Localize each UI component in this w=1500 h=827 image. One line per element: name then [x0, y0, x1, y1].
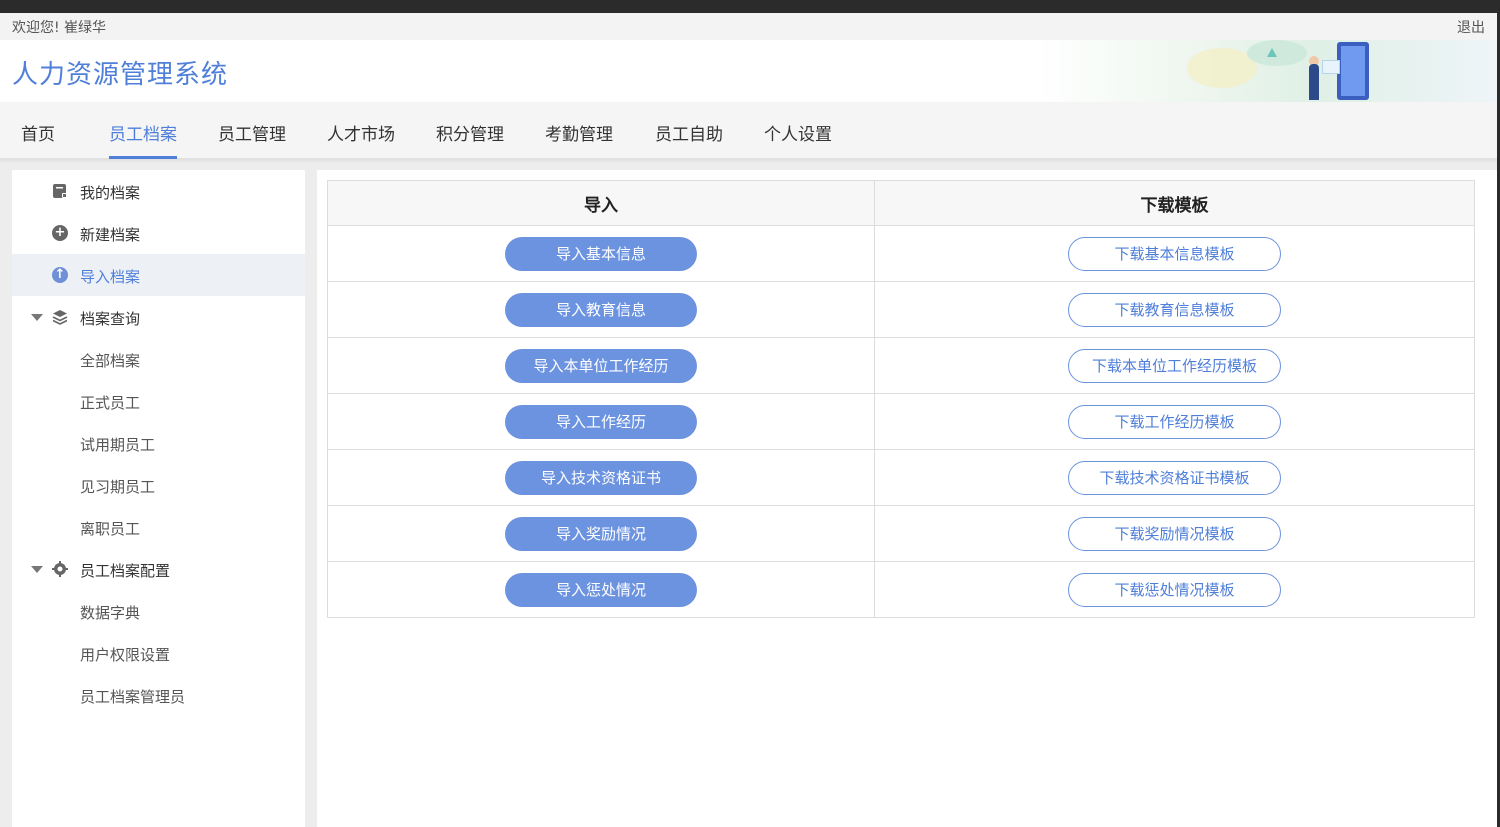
sidebar-item-label: 用户权限设置	[80, 646, 171, 664]
sidebar-group-file-config[interactable]: 员工档案配置	[12, 548, 305, 590]
caret-down-icon[interactable]	[31, 314, 43, 321]
table-row: 导入工作经历 下载工作经历模板	[327, 393, 1475, 450]
sidebar-item-label: 离职员工	[80, 520, 141, 538]
sidebar-item-label: 档案查询	[80, 310, 141, 328]
table-row: 导入基本信息 下载基本信息模板	[327, 225, 1475, 282]
header-banner-illustration	[1037, 40, 1497, 102]
sidebar-item-label: 导入档案	[80, 268, 141, 286]
sidebar-item-import-files[interactable]: ↑ 导入档案	[12, 254, 305, 296]
sidebar-item-probation-employees[interactable]: 试用期员工	[12, 422, 305, 464]
sidebar-item-label: 试用期员工	[80, 436, 156, 454]
layers-icon	[52, 309, 68, 325]
sidebar-item-label: 我的档案	[80, 184, 141, 202]
app-title: 人力资源管理系统	[12, 60, 229, 90]
sidebar-item-my-files[interactable]: 我的档案	[12, 170, 305, 212]
nav-item-points-management[interactable]: 积分管理	[436, 120, 504, 159]
column-header-download-template: 下载模板	[874, 180, 1475, 226]
import-rewards-button[interactable]: 导入奖励情况	[505, 516, 697, 551]
sidebar-item-label: 新建档案	[80, 226, 141, 244]
sidebar-item-trainee-employees[interactable]: 见习期员工	[12, 464, 305, 506]
caret-down-icon[interactable]	[31, 566, 43, 573]
sidebar-item-data-dictionary[interactable]: 数据字典	[12, 590, 305, 632]
table-row: 导入本单位工作经历 下载本单位工作经历模板	[327, 337, 1475, 394]
main-content: 导入 下载模板 导入基本信息 下载基本信息模板 导入教育信息 下载教育信息模板 …	[317, 170, 1497, 827]
nav-item-employee-management[interactable]: 员工管理	[218, 120, 286, 159]
sidebar-item-label: 员工档案管理员	[80, 688, 186, 706]
app-window: 欢迎您! 崔绿华 退出 人力资源管理系统 首页 员工档案 员工管理 人才市场 积…	[0, 13, 1497, 827]
header: 人力资源管理系统	[0, 40, 1497, 102]
nav-item-personal-settings[interactable]: 个人设置	[764, 120, 832, 159]
sidebar-item-label: 正式员工	[80, 394, 141, 412]
download-basic-info-template-button[interactable]: 下载基本信息模板	[1068, 236, 1281, 271]
download-internal-work-history-template-button[interactable]: 下载本单位工作经历模板	[1068, 348, 1281, 383]
top-bar: 欢迎您! 崔绿华 退出	[0, 13, 1497, 40]
table-row: 导入奖励情况 下载奖励情况模板	[327, 505, 1475, 562]
sidebar-item-new-file[interactable]: + 新建档案	[12, 212, 305, 254]
sidebar-item-label: 员工档案配置	[80, 562, 171, 580]
table-row: 导入技术资格证书 下载技术资格证书模板	[327, 449, 1475, 506]
logout-link[interactable]: 退出	[1457, 17, 1485, 37]
download-penalties-template-button[interactable]: 下载惩处情况模板	[1068, 572, 1281, 607]
upload-circle-icon: ↑	[52, 267, 68, 283]
sidebar-item-label: 全部档案	[80, 352, 141, 370]
nav-item-employee-self-service[interactable]: 员工自助	[655, 120, 723, 159]
sidebar-item-label: 见习期员工	[80, 478, 156, 496]
nav-item-attendance-management[interactable]: 考勤管理	[545, 120, 613, 159]
sidebar-item-regular-employees[interactable]: 正式员工	[12, 380, 305, 422]
main-nav: 首页 员工档案 员工管理 人才市场 积分管理 考勤管理 员工自助 个人设置	[0, 102, 1497, 159]
table-row: 导入教育信息 下载教育信息模板	[327, 281, 1475, 338]
sidebar-group-file-query[interactable]: 档案查询	[12, 296, 305, 338]
import-certificates-button[interactable]: 导入技术资格证书	[505, 460, 697, 495]
sidebar-item-label: 数据字典	[80, 604, 141, 622]
sidebar-item-resigned-employees[interactable]: 离职员工	[12, 506, 305, 548]
sidebar: 我的档案 + 新建档案 ↑ 导入档案 档案查询 全部档案 正式员工 试用期员工 …	[12, 170, 305, 827]
nav-item-home[interactable]: 首页	[21, 120, 55, 159]
sidebar-item-file-administrators[interactable]: 员工档案管理员	[12, 674, 305, 716]
download-work-history-template-button[interactable]: 下载工作经历模板	[1068, 404, 1281, 439]
column-header-import: 导入	[327, 180, 875, 226]
file-icon	[52, 183, 68, 199]
nav-item-talent-market[interactable]: 人才市场	[327, 120, 395, 159]
import-penalties-button[interactable]: 导入惩处情况	[505, 572, 697, 607]
gear-icon	[52, 561, 68, 577]
download-rewards-template-button[interactable]: 下载奖励情况模板	[1068, 516, 1281, 551]
table-row: 导入惩处情况 下载惩处情况模板	[327, 561, 1475, 618]
welcome-text: 欢迎您! 崔绿华	[12, 20, 107, 36]
import-basic-info-button[interactable]: 导入基本信息	[505, 236, 697, 271]
download-education-info-template-button[interactable]: 下载教育信息模板	[1068, 292, 1281, 327]
sidebar-item-all-files[interactable]: 全部档案	[12, 338, 305, 380]
import-work-history-button[interactable]: 导入工作经历	[505, 404, 697, 439]
import-education-info-button[interactable]: 导入教育信息	[505, 292, 697, 327]
import-internal-work-history-button[interactable]: 导入本单位工作经历	[505, 348, 697, 383]
sidebar-item-user-permissions[interactable]: 用户权限设置	[12, 632, 305, 674]
download-certificates-template-button[interactable]: 下载技术资格证书模板	[1068, 460, 1281, 495]
table-header-row: 导入 下载模板	[327, 180, 1475, 226]
nav-item-employee-files[interactable]: 员工档案	[109, 120, 177, 159]
plus-circle-icon: +	[52, 225, 68, 241]
import-table: 导入 下载模板 导入基本信息 下载基本信息模板 导入教育信息 下载教育信息模板 …	[327, 180, 1475, 618]
